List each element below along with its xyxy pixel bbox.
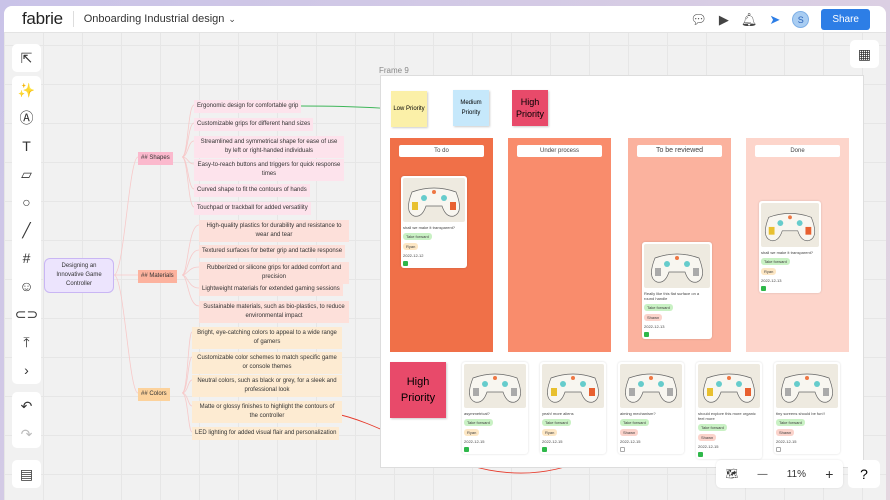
status-tag: Take forward xyxy=(644,304,673,311)
controller-sketch-image xyxy=(698,364,760,408)
card-checkbox[interactable] xyxy=(403,261,408,266)
controller-sketch-image xyxy=(620,364,682,408)
card-date: 2022-12-15 xyxy=(620,439,641,444)
owner-tag: Shawn xyxy=(698,434,717,441)
mindmap-item[interactable]: Streamlined and symmetrical shape for ea… xyxy=(194,136,344,158)
controller-sketch-image xyxy=(761,203,819,247)
card-date: 2022-12-12 xyxy=(403,253,424,258)
mindmap-item[interactable]: Easy-to-reach buttons and triggers for q… xyxy=(194,159,344,181)
owner-tag: Ryan xyxy=(761,268,777,275)
card-checkbox[interactable] xyxy=(542,447,547,452)
column-header[interactable]: Under process xyxy=(517,145,602,157)
owner-tag: Shawn xyxy=(776,429,795,436)
status-tag: Take forward xyxy=(761,258,790,265)
card-checkbox[interactable] xyxy=(761,286,766,291)
owner-tag: Ryan xyxy=(542,429,558,436)
mindmap-item[interactable]: Sustainable materials, such as bio-plast… xyxy=(199,301,349,323)
card-checkbox[interactable] xyxy=(644,332,649,337)
zoom-out-button[interactable]: — xyxy=(758,469,768,480)
controller-sketch-image xyxy=(542,364,604,408)
zoom-controls: 🗺︎ — 11% + xyxy=(716,460,843,488)
mindmap-item[interactable]: Rubberized or silicone grips for added c… xyxy=(199,262,349,284)
owner-tag: Ryan xyxy=(464,429,480,436)
controller-sketch-image xyxy=(644,244,710,288)
mindmap-item[interactable]: High-quality plastics for durability and… xyxy=(199,220,349,242)
mindmap-item[interactable]: Curved shape to fit the contours of hand… xyxy=(194,184,310,197)
card-checkbox[interactable] xyxy=(776,447,781,452)
kanban-card[interactable]: tiny screens should be fun!! Take forwar… xyxy=(774,362,840,454)
card-text: should explore this more organic feel mo… xyxy=(698,411,756,421)
mindmap-branch[interactable]: ## Shapes xyxy=(138,152,173,165)
mindmap-item[interactable]: Ergonomic design for comfortable grip xyxy=(194,100,302,113)
card-date: 2022-12-13 xyxy=(644,324,665,329)
column-header[interactable]: To be reviewed xyxy=(637,145,722,157)
sticky-low-priority[interactable]: Low Priority xyxy=(391,91,427,127)
mindmap-item[interactable]: Lightweight materials for extended gamin… xyxy=(199,283,343,296)
app-window: fabrie Onboarding Industrial design ⌄ 💬︎… xyxy=(4,6,886,500)
zoom-level[interactable]: 11% xyxy=(787,469,806,480)
controller-sketch-image xyxy=(403,178,465,222)
sticky-medium-priority[interactable]: Medium Priority xyxy=(453,90,489,126)
card-checkbox[interactable] xyxy=(698,452,703,457)
status-tag: Take forward xyxy=(698,424,727,431)
column-header[interactable]: To do xyxy=(399,145,484,157)
mindmap-branch[interactable]: ## Materials xyxy=(138,270,177,283)
controller-sketch-image xyxy=(464,364,526,408)
card-date: 2022-12-13 xyxy=(761,278,782,283)
owner-tag: Shawn xyxy=(644,314,663,321)
kanban-card[interactable]: asymmetrical? Take forward Ryan 2022-12-… xyxy=(462,362,528,454)
frame-label[interactable]: Frame 9 xyxy=(379,66,409,75)
help-button[interactable]: ? xyxy=(848,460,880,488)
mindmap-item[interactable]: Bright, eye-catching colors to appeal to… xyxy=(192,327,342,349)
status-tag: Take forward xyxy=(542,419,571,426)
sticky-high-priority[interactable]: High Priority xyxy=(512,90,548,126)
mindmap-branch[interactable]: ## Colors xyxy=(138,388,170,401)
mindmap-item[interactable]: Touchpad or trackball for added versatil… xyxy=(194,202,311,215)
owner-tag: Ryan xyxy=(403,243,419,250)
mindmap-item[interactable]: Textured surfaces for better grip and ta… xyxy=(199,245,346,258)
status-tag: Take forward xyxy=(464,419,493,426)
card-checkbox[interactable] xyxy=(620,447,625,452)
kanban-card[interactable]: yeah! more aliens Take forward Ryan 2022… xyxy=(540,362,606,454)
card-checkbox[interactable] xyxy=(464,447,469,452)
map-icon[interactable]: 🗺︎ xyxy=(726,469,739,480)
status-tag: Take forward xyxy=(776,419,805,426)
column-under-process: Under process xyxy=(508,138,611,352)
status-tag: Take forward xyxy=(620,419,649,426)
column-header[interactable]: Done xyxy=(755,145,840,157)
card-date: 2022-12-15 xyxy=(464,439,485,444)
mindmap-item[interactable]: Customizable grips for different hand si… xyxy=(194,118,314,131)
status-tag: Take forward xyxy=(403,233,432,240)
card-date: 2022-12-15 xyxy=(698,444,719,449)
mindmap-item[interactable]: LED lighting for added visual flair and … xyxy=(192,427,340,440)
card-date: 2022-12-15 xyxy=(776,439,797,444)
mindmap-item[interactable]: Matte or glossy finishes to highlight th… xyxy=(192,401,342,423)
controller-sketch-image xyxy=(776,364,838,408)
big-sticky-high-priority[interactable]: High Priority xyxy=(390,362,446,418)
kanban-card[interactable]: aiming mechanism? Take forward Shawn 202… xyxy=(618,362,684,454)
kanban-card[interactable]: shall we make it transparent? Take forwa… xyxy=(401,176,467,268)
kanban-card[interactable]: should explore this more organic feel mo… xyxy=(696,362,762,459)
kanban-card[interactable]: shall we make it transparent? Take forwa… xyxy=(759,201,821,293)
card-date: 2022-12-15 xyxy=(542,439,563,444)
mindmap-root[interactable]: Designing an Innovative Game Controller xyxy=(44,258,114,293)
card-text: Really like this flat surface on a round… xyxy=(644,291,700,301)
mindmap-item[interactable]: Customizable color schemes to match spec… xyxy=(192,352,342,374)
mindmap-item[interactable]: Neutral colors, such as black or grey, f… xyxy=(192,375,342,397)
kanban-card[interactable]: Really like this flat surface on a round… xyxy=(642,242,712,339)
zoom-in-button[interactable]: + xyxy=(825,466,833,482)
owner-tag: Shawn xyxy=(620,429,639,436)
